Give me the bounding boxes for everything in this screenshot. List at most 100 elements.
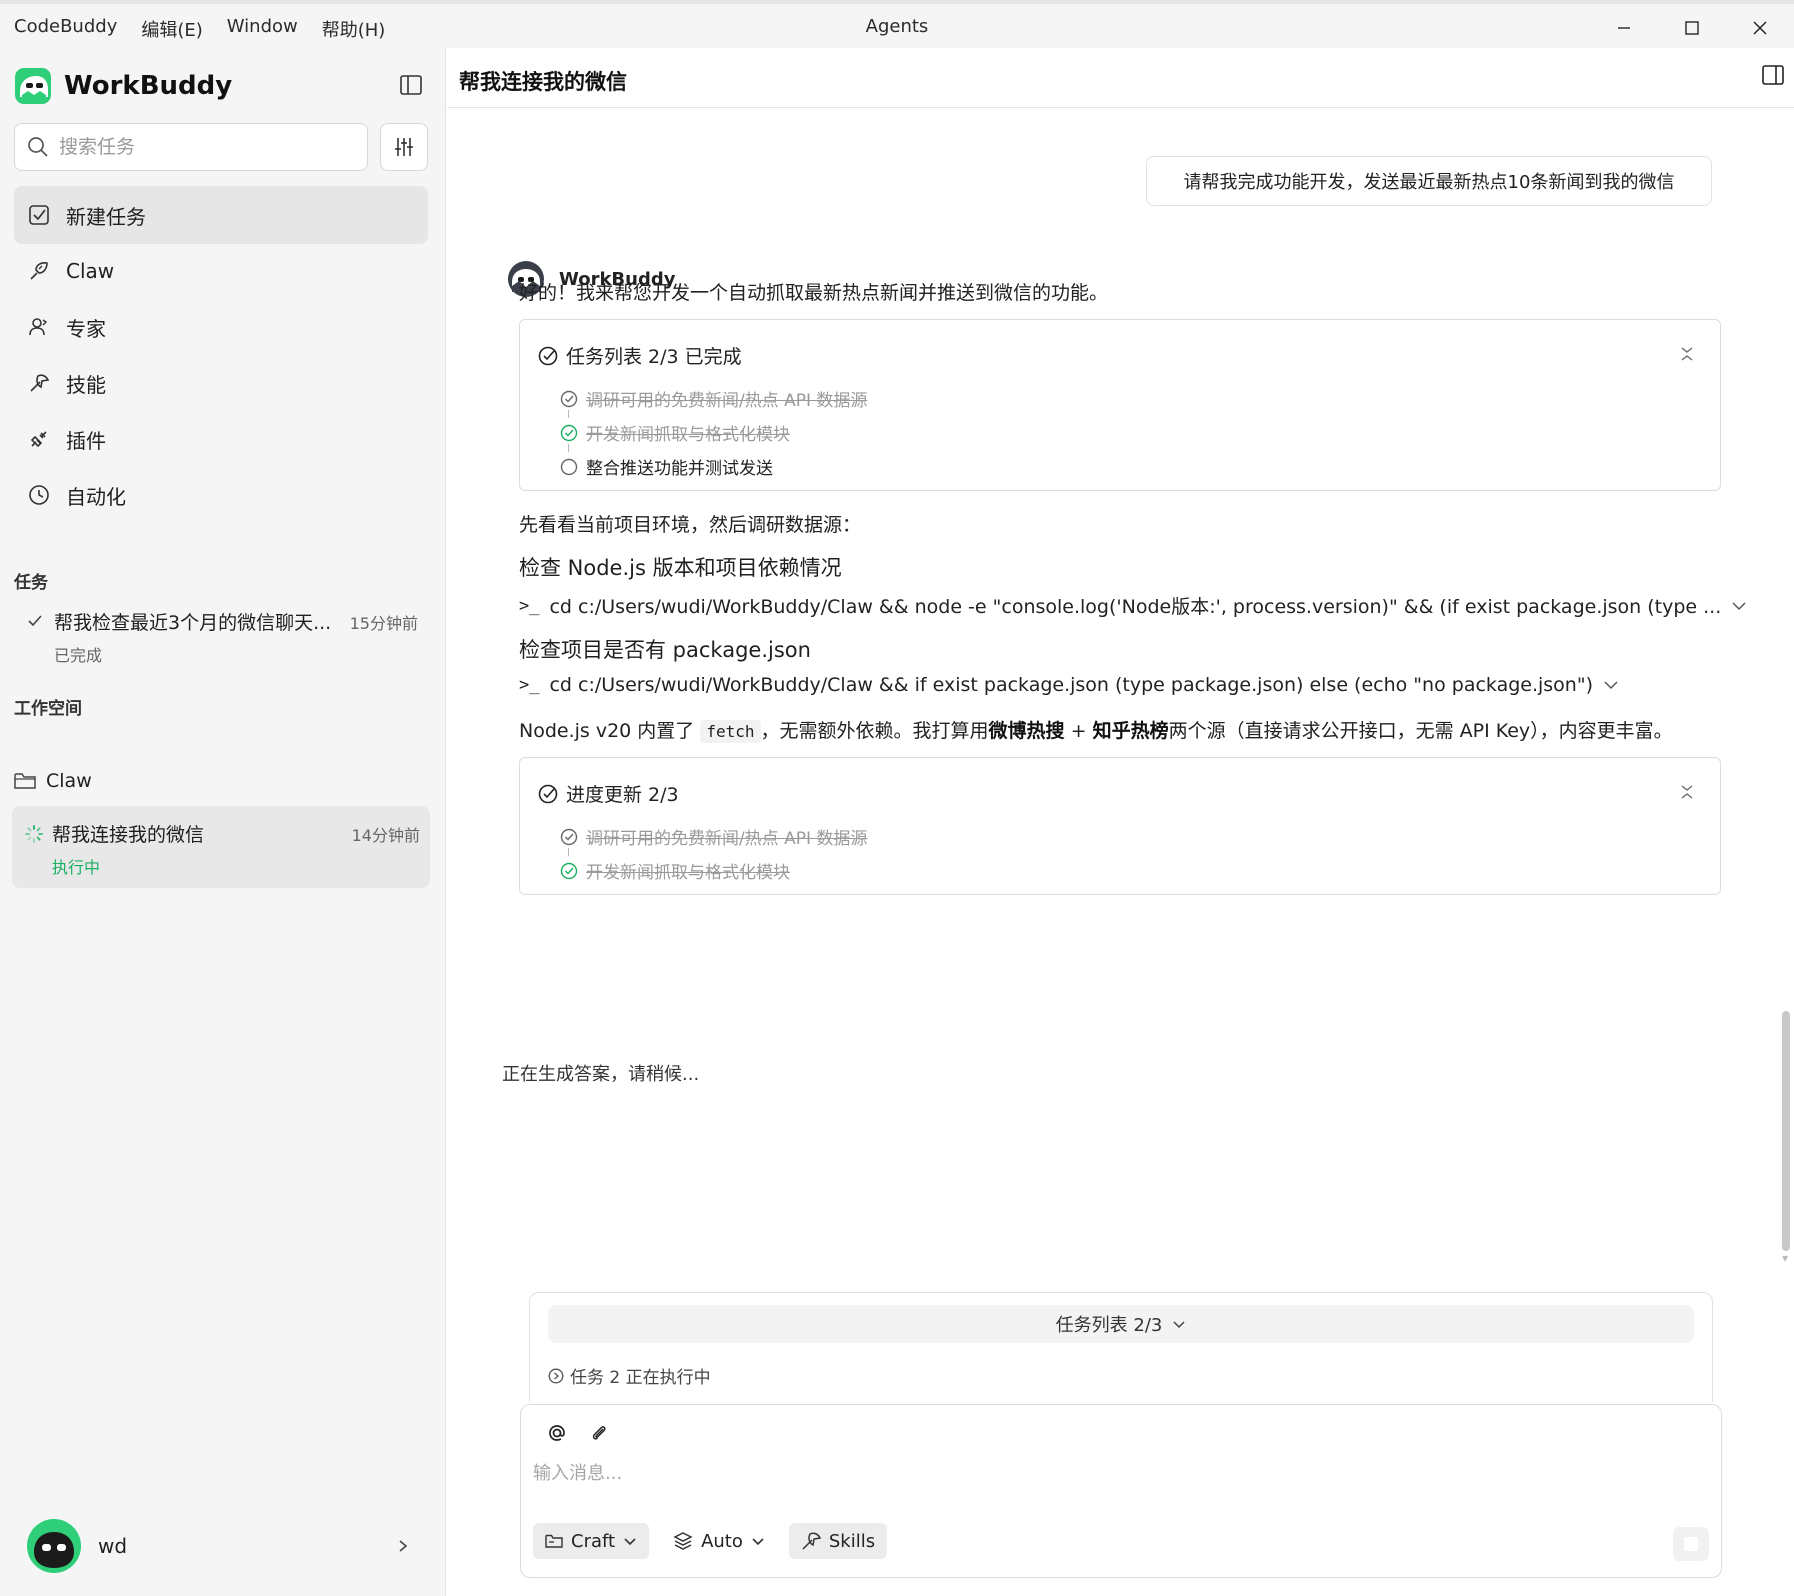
task-status: 执行中 [52,858,101,877]
mode-select[interactable]: Craft [533,1523,650,1559]
task-item-connect-wechat[interactable]: 帮我连接我的微信 14分钟前 执行中 [12,806,430,888]
minimize-button[interactable] [1590,4,1658,52]
layers-icon [673,1532,693,1550]
folder-icon [545,1534,563,1548]
chevron-down-icon [624,1537,636,1545]
menu-bar: CodeBuddy 编辑(E) Window 帮助(H) [14,16,385,42]
tasklist-status-text: 任务 2 正在执行中 [570,1368,711,1388]
claw-icon [30,262,48,280]
command-line[interactable]: >_ cd c:/Users/wudi/WorkBuddy/Claw && if… [519,674,1619,696]
collapse-sidebar-button[interactable] [396,70,426,100]
chevron-down-icon [1732,601,1746,610]
step-title: 检查项目是否有 package.json [519,638,811,662]
mode-label: Craft [571,1530,616,1552]
workspace-section-label: 工作空间 [14,699,82,719]
task-item-wechat-check[interactable]: 帮我检查最近3个月的微信聊天... 15分钟前 已完成 [14,594,428,676]
nav-new-task[interactable]: 新建任务 [14,186,428,244]
nav-label: Claw [66,259,115,283]
generating-status: 正在生成答案，请稍候... [502,1064,700,1085]
skills-button[interactable]: Skills [788,1523,888,1559]
toggle-right-panel-button[interactable] [1762,64,1784,86]
sliders-icon [395,138,413,156]
bold-text: 知乎热榜 [1092,720,1169,742]
progress-title: 进度更新 2/3 [566,784,679,806]
chevron-right-icon[interactable] [396,1538,410,1554]
close-button[interactable] [1726,4,1794,52]
main-panel: 帮我连接我的微信 请帮我完成功能开发，发送最近最新热点10条新闻到我的微信 Wo… [447,48,1794,1596]
close-icon [1753,21,1767,35]
window-controls [1590,4,1794,52]
todo-item: 调研可用的免费新闻/热点 API 数据源 [560,386,867,411]
menu-edit[interactable]: 编辑(E) [141,16,202,42]
progress-header: 进度更新 2/3 [538,780,679,807]
loading-spinner-icon [25,825,43,843]
at-icon [549,1425,565,1441]
check-circle-icon [560,828,578,845]
tasklist-toggle-label: 任务列表 2/3 [1055,1315,1163,1336]
search-input[interactable] [59,136,349,158]
task-list-card: 任务列表 2/3 已完成 调研可用的免费新闻/热点 API 数据源 开发新闻抓取… [519,319,1721,491]
todo-text: 开发新闻抓取与格式化模块 [586,863,790,883]
menu-codebuddy[interactable]: CodeBuddy [14,16,117,42]
nav-experts[interactable]: 专家 [14,298,428,356]
terminal-prompt-icon: >_ [519,675,540,695]
clock-icon [29,485,49,505]
avatar [27,1519,81,1573]
task-time: 15分钟前 [349,614,418,633]
title-bar: CodeBuddy 编辑(E) Window 帮助(H) Agents [0,0,1794,48]
collapse-card-icon[interactable] [1680,784,1694,800]
todo-text: 调研可用的免费新闻/热点 API 数据源 [586,391,868,411]
todo-text: 开发新闻抓取与格式化模块 [586,425,790,445]
menu-help[interactable]: 帮助(H) [322,16,386,42]
check-circle-green-icon [560,862,578,879]
search-icon [28,137,48,157]
workspace-folder-label: Claw [46,770,92,792]
user-name: wd [98,1534,128,1558]
todo-text: 调研可用的免费新闻/热点 API 数据源 [586,829,868,849]
experts-icon [29,318,48,336]
model-select[interactable]: Auto [661,1523,777,1559]
check-icon [28,615,42,627]
stop-button[interactable] [1673,1527,1709,1561]
task-time: 14分钟前 [351,826,420,845]
bold-text: 微博热搜 [988,720,1065,742]
scrollbar-thumb[interactable] [1782,1011,1790,1251]
user-profile[interactable]: wd [26,1518,127,1574]
check-circle-icon [560,390,578,407]
node-paragraph: Node.js v20 内置了 fetch ，无需额外依赖。我打算用微博热搜 + … [519,716,1673,743]
todo-connector [568,848,569,856]
todo-item: 整合推送功能并测试发送 [560,454,773,479]
nav-label: 插件 [66,428,106,453]
todo-item: 开发新闻抓取与格式化模块 [560,420,790,445]
menu-window[interactable]: Window [227,16,298,42]
mention-button[interactable] [545,1421,569,1445]
nav-claw[interactable]: Claw [14,242,428,300]
scroll-down-icon[interactable]: ▼ [1782,1254,1788,1263]
maximize-button[interactable] [1658,4,1726,52]
nav-plugins[interactable]: 插件 [14,410,428,468]
nav-label: 专家 [66,316,106,341]
collapse-card-icon[interactable] [1680,346,1694,362]
todo-item: 开发新闻抓取与格式化模块 [560,858,790,883]
main-header: 帮我连接我的微信 [447,48,1794,108]
model-label: Auto [701,1530,743,1552]
composer-toolbar: Craft Auto Skills [533,1523,888,1559]
attach-button[interactable] [587,1421,611,1445]
text-run: + [1064,720,1093,742]
play-circle-icon [548,1368,564,1383]
text-run: 两个源（直接请求公开接口，无需 API Key），内容更丰富。 [1168,720,1673,742]
tasks-section-label: 任务 [14,573,48,593]
task-list-header: 任务列表 2/3 已完成 [538,342,742,369]
nav-automation[interactable]: 自动化 [14,466,428,524]
terminal-prompt-icon: >_ [519,595,540,616]
nav-skills[interactable]: 技能 [14,354,428,412]
workspace-folder-claw[interactable]: Claw [14,770,92,792]
command-line[interactable]: >_ cd c:/Users/wudi/WorkBuddy/Claw && no… [519,592,1747,619]
message-composer: Craft Auto Skills [520,1404,1722,1578]
tasklist-toggle-button[interactable]: 任务列表 2/3 [548,1305,1694,1343]
user-message: 请帮我完成功能开发，发送最近最新热点10条新闻到我的微信 [1146,156,1712,206]
message-input[interactable] [533,1463,1633,1484]
filter-button[interactable] [380,123,428,171]
todo-text: 整合推送功能并测试发送 [586,459,773,479]
task-list-title: 任务列表 2/3 已完成 [566,346,742,368]
